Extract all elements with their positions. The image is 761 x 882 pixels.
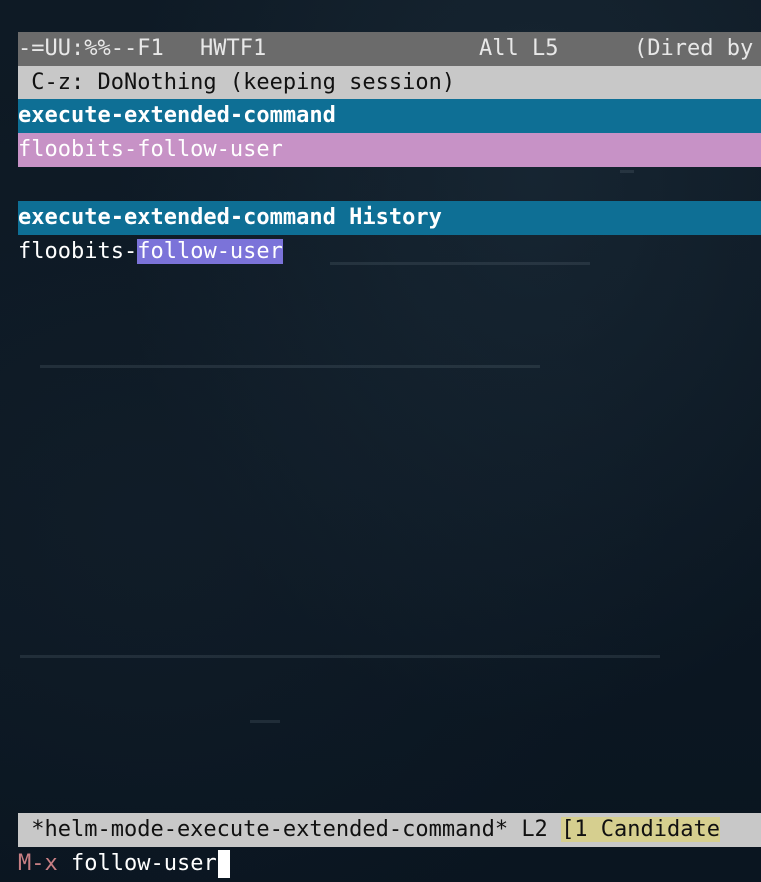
candidate-count: [1 Candidate [561,817,721,842]
minibuffer-input[interactable]: follow-user [71,851,217,876]
helm-mode-line: *helm-mode-execute-extended-command* L2 … [18,813,761,847]
mode-line-major-mode: (Dired by [634,36,754,61]
mode-line-status: -=UU:%%--F1 [18,36,164,61]
minibuffer[interactable]: M-x follow-user [18,847,761,881]
minibuffer-prompt: M-x [18,851,58,876]
candidate-match-highlight: follow-user [137,239,283,264]
selected-candidate[interactable]: floobits-follow-user [18,133,761,167]
source-header-history: execute-extended-command History [18,201,761,235]
emacs-frame: -=UU:%%--F1 HWTF1 All L5 (Dired by C-z: … [18,32,761,882]
mode-line-buffer-name: HWTF1 [200,36,267,61]
helm-header-line: C-z: DoNothing (keeping session) [18,66,761,100]
top-mode-line: -=UU:%%--F1 HWTF1 All L5 (Dired by [18,32,761,66]
mode-line-position: All L5 [479,36,559,61]
history-candidate[interactable]: floobits-follow-user [18,235,761,269]
candidate-prefix: floobits- [18,239,138,264]
text-cursor [217,850,230,878]
source-header-commands: execute-extended-command [18,99,761,133]
helm-buffer-name: *helm-mode-execute-extended-command* L2 [18,817,562,842]
